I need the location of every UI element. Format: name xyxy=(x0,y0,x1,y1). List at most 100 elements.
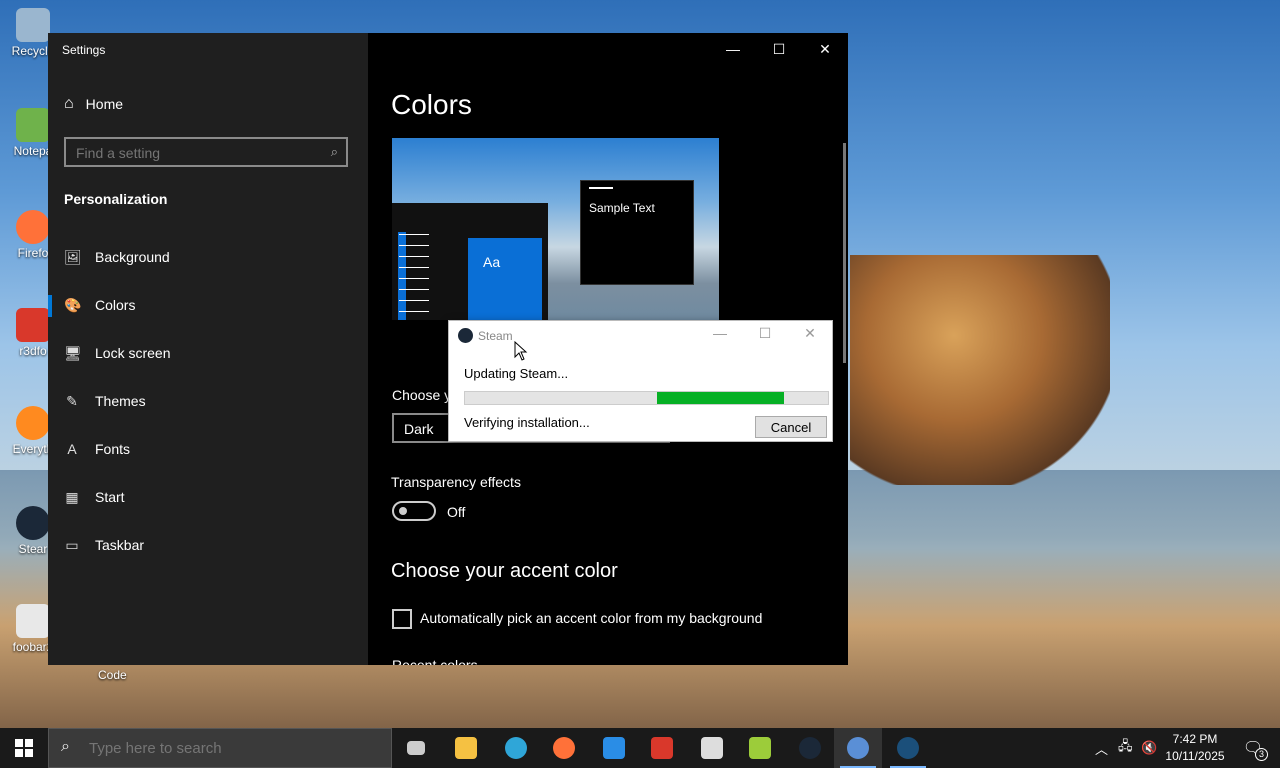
taskbar-edge[interactable] xyxy=(492,728,540,768)
color-preview: Aa Sample Text xyxy=(392,138,719,320)
mouse-cursor-icon xyxy=(514,341,528,361)
sidebar-item-themes[interactable]: ✎ Themes xyxy=(48,379,368,423)
preview-window-bar xyxy=(589,187,613,189)
steam-progress-fill xyxy=(657,392,785,404)
transparency-toggle[interactable] xyxy=(392,501,436,521)
taskbar-steam-running[interactable] xyxy=(884,728,932,768)
steam-detail-text: Verifying installation... xyxy=(464,415,590,430)
steam-icon xyxy=(897,737,919,759)
search-icon: ⌕ xyxy=(61,738,70,755)
taskbar-clapper[interactable] xyxy=(688,728,736,768)
steam-progress-bar xyxy=(464,391,829,405)
taskbar: ⌕ ︿ 🖧 🔇 7:42 PM 10/11/2025 🗨 3 xyxy=(0,728,1280,768)
recycle-bin-icon xyxy=(16,8,50,42)
steam-cancel-button[interactable]: Cancel xyxy=(755,416,827,438)
edge-icon xyxy=(505,737,527,759)
sidebar-item-taskbar[interactable]: ▭ Taskbar xyxy=(48,523,368,567)
taskbar-notepad-plus[interactable] xyxy=(736,728,784,768)
notepad-icon xyxy=(16,108,50,142)
font-icon: A xyxy=(67,441,77,457)
sidebar-item-label: Fonts xyxy=(95,441,131,457)
steam-update-dialog: Steam — ☐ ✕ Updating Steam... Verifying … xyxy=(448,320,833,442)
steam-status-text: Updating Steam... xyxy=(464,366,569,381)
recent-colors-label: Recent colors xyxy=(392,657,478,665)
sidebar-item-label: Lock screen xyxy=(95,345,171,361)
steam-maximize-button[interactable]: ☐ xyxy=(750,325,780,345)
r3dfox-icon xyxy=(16,308,50,342)
home-nav[interactable]: ⌂ Home xyxy=(64,95,123,113)
sidebar-item-label: Background xyxy=(95,249,170,265)
transparency-state: Off xyxy=(447,504,466,520)
sidebar-item-background[interactable]: 🖼 Background xyxy=(48,235,368,279)
accent-heading: Choose your accent color xyxy=(391,560,618,582)
toggle-knob xyxy=(399,507,407,515)
desktop-icon-label: r3dfo xyxy=(19,344,47,358)
settings-search[interactable]: ⌕ xyxy=(64,137,348,167)
network-status[interactable]: 🖧 xyxy=(1118,728,1133,768)
steam-close-button[interactable]: ✕ xyxy=(795,325,825,345)
desktop-icon-label: Stear xyxy=(18,542,48,556)
sidebar-item-label: Colors xyxy=(95,297,136,313)
volume-status[interactable]: 🔇 xyxy=(1141,728,1157,768)
everything-icon xyxy=(16,406,50,440)
settings-scrollbar[interactable] xyxy=(843,143,846,363)
gear-icon xyxy=(847,737,869,759)
desktop-icon-code-label: Code xyxy=(98,668,127,682)
sidebar-item-fonts[interactable]: A Fonts xyxy=(48,427,368,471)
sidebar-item-label: Start xyxy=(95,489,125,505)
show-hidden-icons-button[interactable]: ︿ xyxy=(1095,728,1108,768)
firefox-icon xyxy=(16,210,50,244)
notification-count-badge: 3 xyxy=(1255,748,1268,761)
home-label: Home xyxy=(85,96,124,112)
maximize-button[interactable]: ☐ xyxy=(756,33,802,65)
steam-icon xyxy=(799,737,821,759)
taskbar-settings[interactable] xyxy=(834,728,882,768)
taskbar-file-explorer[interactable] xyxy=(442,728,490,768)
sidebar-item-lock-screen[interactable]: 🖥 Lock screen xyxy=(48,331,368,375)
system-clock[interactable]: 7:42 PM 10/11/2025 xyxy=(1160,731,1230,765)
picture-icon: 🖼 xyxy=(64,248,82,265)
clapperboard-icon xyxy=(701,737,723,759)
choose-color-label: Choose y xyxy=(392,387,452,403)
transparency-label: Transparency effects xyxy=(391,474,521,490)
taskbar-search-input[interactable] xyxy=(87,739,381,758)
minimize-button[interactable]: — xyxy=(710,33,756,65)
clock-time: 7:42 PM xyxy=(1172,732,1218,746)
task-view-icon xyxy=(407,741,425,755)
settings-titlebar[interactable]: Settings — ☐ ✕ xyxy=(48,33,848,65)
preview-window: Sample Text xyxy=(580,180,694,285)
start-button[interactable] xyxy=(0,728,48,768)
search-icon: ⌕ xyxy=(330,144,338,159)
steam-minimize-button[interactable]: — xyxy=(705,325,735,345)
home-icon: ⌂ xyxy=(64,95,74,112)
sidebar-item-label: Themes xyxy=(95,393,146,409)
settings-search-input[interactable] xyxy=(66,139,328,167)
settings-window-title: Settings xyxy=(62,43,106,57)
start-grid-icon: ▦ xyxy=(65,488,79,505)
firefox-icon xyxy=(553,737,575,759)
windows-logo-icon xyxy=(15,739,33,757)
taskbar-task-view[interactable] xyxy=(392,728,440,768)
r3dfox-icon xyxy=(651,737,673,759)
desktop-icon-label: Notepa xyxy=(13,144,53,158)
taskbar-r3dfox[interactable] xyxy=(638,728,686,768)
taskbar-search[interactable]: ⌕ xyxy=(48,728,392,768)
taskbar-icon: ▭ xyxy=(65,536,79,553)
taskbar-firefox[interactable] xyxy=(540,728,588,768)
taskbar-steam[interactable] xyxy=(786,728,834,768)
sidebar-item-start[interactable]: ▦ Start xyxy=(48,475,368,519)
sidebar-item-colors[interactable]: 🎨 Colors xyxy=(48,283,368,327)
desktop-icon-label: Firefo xyxy=(17,246,49,260)
page-title: Colors xyxy=(391,89,472,120)
steam-icon xyxy=(16,506,50,540)
taskbar-vscode[interactable] xyxy=(590,728,638,768)
steam-logo-icon xyxy=(458,328,473,343)
notification-center-button[interactable]: 🗨 3 xyxy=(1238,728,1268,768)
wallpaper-rock xyxy=(850,255,1110,485)
close-button[interactable]: ✕ xyxy=(802,33,848,65)
preview-sample-text: Sample Text xyxy=(589,201,655,215)
auto-accent-label: Automatically pick an accent color from … xyxy=(420,610,763,626)
brush-icon: ✎ xyxy=(66,392,78,409)
auto-accent-checkbox[interactable] xyxy=(392,609,412,629)
section-label: Personalization xyxy=(64,191,168,207)
